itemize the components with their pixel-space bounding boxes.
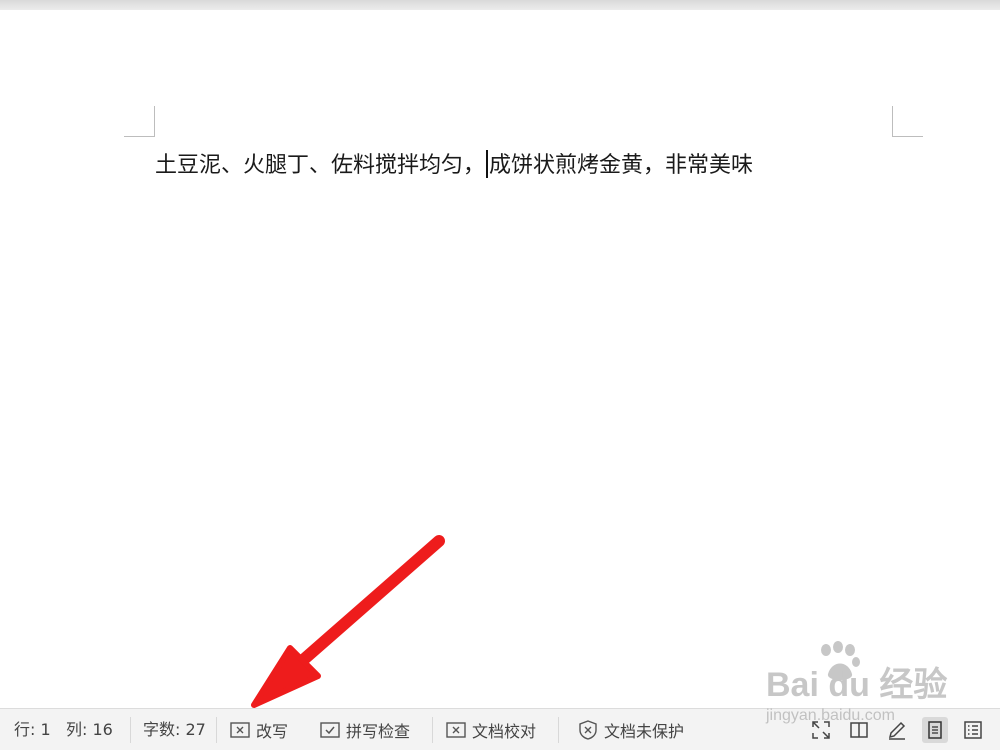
fullscreen-button[interactable] [808,717,834,743]
status-bar: 行: 1 列: 16 字数: 27 改写 拼写检查 文档校对 文档未保护 [0,708,1000,750]
spellcheck-button[interactable]: 拼写检查 [320,709,410,750]
page-view-button[interactable] [922,717,948,743]
paragraph-text-after-cursor: 成饼状煎烤金黄，非常美味 [489,153,754,178]
open-book-icon [850,722,868,738]
shield-icon [579,719,597,740]
outline-view-button[interactable] [960,717,986,743]
overwrite-mode-button[interactable]: 改写 [230,709,288,750]
paragraph-text-before-cursor: 土豆泥、火腿丁、佐料搅拌均匀， [155,153,486,178]
fullscreen-icon [812,721,830,739]
page-view-icon [928,721,942,739]
protection-label: 文档未保护 [604,721,685,741]
status-divider [432,717,433,743]
overwrite-label: 改写 [256,721,289,741]
margin-mark-top-right [892,106,923,137]
outline-list-icon [964,721,982,739]
column-indicator[interactable]: 列: 16 [66,709,113,750]
edit-mode-button[interactable] [884,717,910,743]
status-divider [130,717,131,743]
pencil-icon [888,721,906,740]
document-protection-button[interactable]: 文档未保护 [578,709,684,750]
reading-mode-button[interactable] [846,717,872,743]
overwrite-icon [230,721,250,738]
spellcheck-label: 拼写检查 [346,721,411,741]
word-count[interactable]: 字数: 27 [143,709,206,750]
spellcheck-icon [320,721,340,738]
proofread-label: 文档校对 [472,721,537,741]
text-cursor [486,150,489,178]
proofread-icon [446,721,466,738]
window-top-edge [0,0,1000,10]
document-paragraph[interactable]: 土豆泥、火腿丁、佐料搅拌均匀， 成饼状煎烤金黄，非常美味 [155,150,753,181]
line-indicator[interactable]: 行: 1 [14,709,51,750]
margin-mark-top-left [124,106,155,137]
status-divider [558,717,559,743]
proofread-button[interactable]: 文档校对 [446,709,536,750]
status-divider [216,717,217,743]
document-page[interactable]: 土豆泥、火腿丁、佐料搅拌均匀， 成饼状煎烤金黄，非常美味 [0,10,1000,708]
